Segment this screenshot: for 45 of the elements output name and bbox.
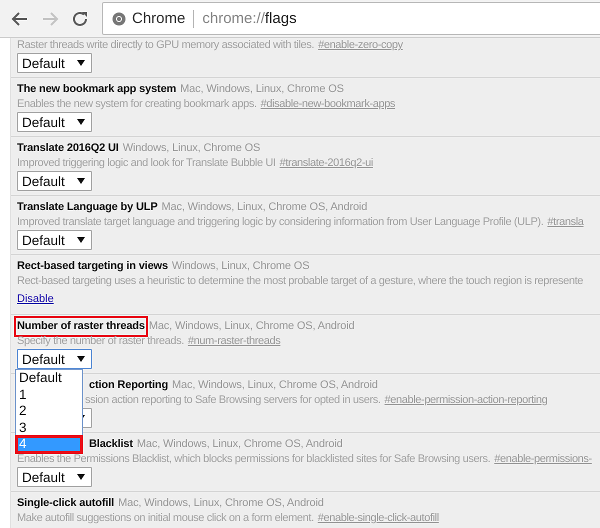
dropdown-select[interactable]: Default <box>17 53 92 73</box>
back-arrow-icon <box>11 10 29 28</box>
flag-title: The new bookmark app system <box>17 82 176 97</box>
flag-description: Improved triggering logic and look for Translate Bubble UI <box>17 156 276 171</box>
flag-description: Make autofill suggestions on initial mouse click on a form element. <box>17 511 314 526</box>
dropdown-select[interactable]: Default <box>17 171 92 191</box>
disable-link[interactable]: Disable <box>17 292 54 307</box>
flag-platforms: Mac, Windows, Linux, Chrome OS, Android <box>162 200 368 215</box>
flag-title: Translate 2016Q2 UI <box>17 141 119 156</box>
flag-description: Specify the number of raster threads. <box>17 334 184 349</box>
dropdown-select[interactable]: Default <box>17 230 92 250</box>
flag-platforms: Mac, Windows, Linux, Chrome OS, Android <box>172 378 378 393</box>
flag-description: Raster threads write directly to GPU memory associated with tiles. <box>17 38 314 53</box>
caret-icon <box>77 237 85 243</box>
site-label: Chrome <box>132 10 194 28</box>
caret-icon <box>77 356 85 362</box>
flag-description: ssion action reporting to Safe Browsing servers for opted in users. <box>85 393 381 408</box>
caret-icon <box>77 60 85 66</box>
flag-platforms: Mac, Windows, Linux, Chrome OS, Android <box>136 437 343 452</box>
flag-title: Single-click autofill <box>17 496 114 511</box>
flag-title: Rect-based targeting in views <box>17 259 168 274</box>
chrome-icon <box>112 12 126 26</box>
address-bar[interactable]: Chrome chrome://flags <box>102 2 600 35</box>
flag-platforms: Mac, Windows, Linux, Chrome OS <box>180 82 344 97</box>
caret-icon <box>77 474 85 480</box>
dropdown-select[interactable]: Default <box>17 112 92 132</box>
reload-icon <box>71 10 89 28</box>
flag-platforms: Mac, Windows, Linux, Chrome OS, Android <box>118 496 324 511</box>
flag-description: Enables the Permissions Blacklist, which blocks permissions for blacklisted sites for Safe Browsing users. <box>17 452 490 467</box>
flag-title: Blacklist <box>89 437 133 452</box>
flag-description: Improved translate target language and triggering logic by considering information from User Language Profile (ULP). <box>17 215 544 230</box>
flag-platforms: Mac, Windows, Linux, Chrome OS, Android <box>148 319 355 334</box>
flag-title: Number of raster threads <box>17 319 145 334</box>
dropdown-select[interactable]: Default <box>17 467 92 487</box>
flag-title: ction Reporting <box>89 378 168 393</box>
forward-arrow-icon <box>41 10 59 28</box>
flag-platforms: Windows, Linux, Chrome OS <box>172 259 310 274</box>
caret-icon <box>77 119 85 125</box>
dropdown-select[interactable]: Default <box>17 349 92 369</box>
caret-icon <box>77 178 85 184</box>
flag-description: Rect-based targeting uses a heuristic to determine the most probable target of a gesture, where the touch region is represente <box>17 274 584 289</box>
flag-platforms: Windows, Linux, Chrome OS <box>122 141 260 156</box>
url-text: chrome://flags <box>201 10 297 27</box>
flag-description: Enables the new system for creating bookmark apps. <box>17 97 257 112</box>
flag-title: Translate Language by ULP <box>17 200 158 215</box>
